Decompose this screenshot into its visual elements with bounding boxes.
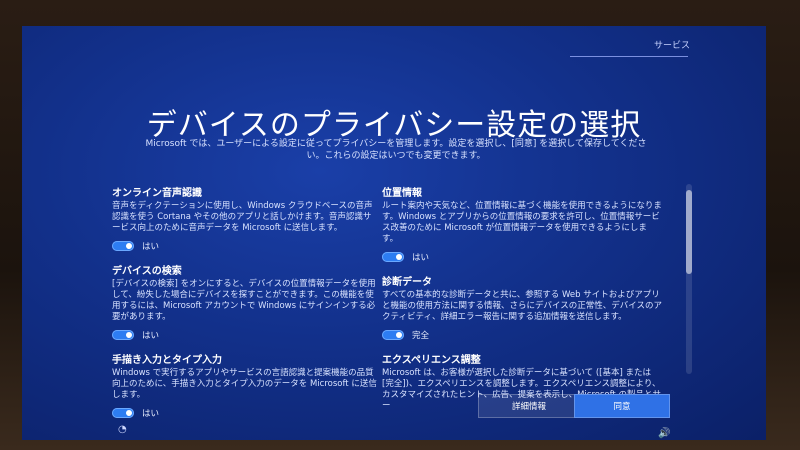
toggle-label: 完全 (412, 331, 430, 341)
toggle-switch[interactable] (382, 252, 404, 262)
setting-description: ルート案内や天気など、位置情報に基づく機能を使用できるようになります。Windo… (382, 201, 662, 244)
toggle-row[interactable]: はい (382, 251, 662, 263)
setting-title: オンライン音声認識 (112, 188, 202, 199)
setting-inking-typing: 手描き入力とタイプ入力 Windows で実行するアプリやサービスの言語認識と提… (112, 351, 378, 419)
oobe-screen: サービス デバイスのプライバシー設定の選択 Microsoft では、ユーザーに… (22, 26, 766, 440)
accessibility-icon[interactable]: ◔ (118, 424, 128, 435)
toggle-row[interactable]: はい (112, 407, 378, 419)
toggle-switch[interactable] (112, 241, 134, 251)
privacy-column-right: 位置情報 ルート案内や天気など、位置情報に基づく機能を使用できるようになります。… (382, 184, 662, 422)
top-tab-services[interactable]: サービス (654, 38, 690, 51)
volume-icon[interactable]: 🔊 (658, 428, 670, 439)
toggle-label: はい (412, 253, 430, 263)
setting-title: 手描き入力とタイプ入力 (112, 355, 222, 366)
scrollbar-thumb[interactable] (686, 190, 692, 274)
toggle-switch[interactable] (112, 408, 134, 418)
tab-underline (570, 56, 688, 57)
setting-description: 音声をディクテーションに使用し、Windows クラウドベースの音声認識を使う … (112, 201, 373, 233)
privacy-column-left: オンライン音声認識 音声をディクテーションに使用し、Windows クラウドベー… (112, 184, 378, 429)
setting-find-device: デバイスの検索 [デバイスの検索] をオンにすると、デバイスの位置情報データを使… (112, 262, 378, 341)
setting-description: [デバイスの検索] をオンにすると、デバイスの位置情報データを使用して、紛失した… (112, 279, 376, 322)
setting-title: エクスペリエンス調整 (382, 355, 481, 366)
toggle-row[interactable]: はい (112, 240, 378, 252)
toggle-row[interactable]: はい (112, 329, 378, 341)
setting-description: Windows で実行するアプリやサービスの言語認識と提案機能の品質向上のために… (112, 368, 377, 400)
privacy-settings-area: オンライン音声認識 音声をディクテーションに使用し、Windows クラウドベー… (112, 184, 694, 419)
scrollbar[interactable] (686, 184, 692, 374)
setting-description: すべての基本的な診断データと共に、参照する Web サイトおよびアプリと機能の使… (382, 290, 662, 322)
toggle-label: はい (142, 409, 160, 419)
setting-title: デバイスの検索 (112, 266, 182, 277)
setting-location: 位置情報 ルート案内や天気など、位置情報に基づく機能を使用できるようになります。… (382, 184, 662, 263)
setting-online-speech: オンライン音声認識 音声をディクテーションに使用し、Windows クラウドベー… (112, 184, 378, 252)
setting-title: 診断データ (382, 277, 432, 288)
intro-text: Microsoft では、ユーザーによる設定に従ってプライバシーを管理します。設… (145, 139, 647, 161)
setting-title: 位置情報 (382, 188, 422, 199)
toggle-switch[interactable] (382, 330, 404, 340)
toggle-switch[interactable] (112, 330, 134, 340)
details-button[interactable]: 詳細情報 (478, 394, 580, 418)
toggle-row[interactable]: 完全 (382, 329, 662, 341)
toggle-label: はい (142, 331, 160, 341)
accept-button[interactable]: 同意 (574, 394, 670, 418)
setting-diagnostics: 診断データ すべての基本的な診断データと共に、参照する Web サイトおよびアプ… (382, 273, 662, 341)
toggle-label: はい (142, 242, 160, 252)
